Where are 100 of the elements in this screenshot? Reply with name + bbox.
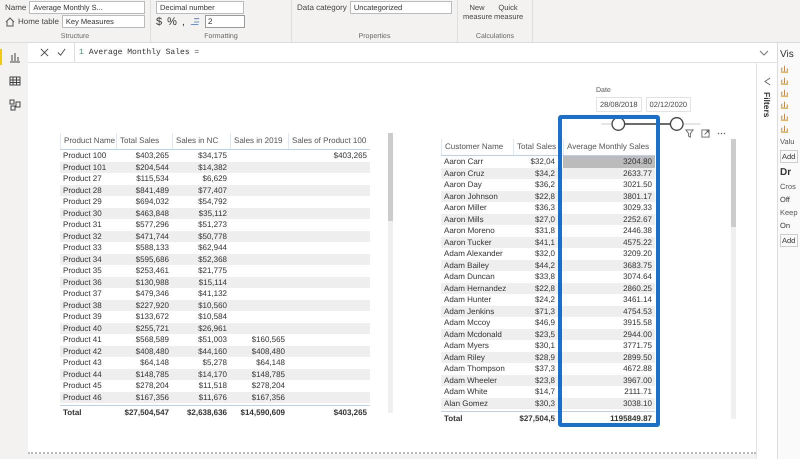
table-cell-text: 2944.00 (622, 328, 653, 340)
table-cell-text: 2252.67 (622, 214, 653, 225)
table-cell-text: Aaron Johnson (443, 190, 499, 202)
cancel-icon[interactable] (40, 48, 49, 57)
decimal-places-field[interactable]: 2 (204, 15, 245, 28)
table-cell-text: $36,3 (534, 202, 556, 214)
pane-title: Vis (780, 49, 795, 60)
table-cell-text: $26,961 (197, 322, 228, 334)
column-header[interactable]: Sales in 2019 (230, 133, 288, 149)
table-cell-text: $10,584 (197, 311, 228, 322)
table-cell-text: Product 29 (62, 196, 103, 208)
table-cell-text: Product 42 (62, 346, 103, 357)
table-cell-text: $46,9 (534, 317, 556, 328)
table-cell-text: Product 46 (62, 392, 103, 403)
table-cell-text: Adam Hernandez (443, 282, 508, 294)
table-cell-text: Product 41 (62, 334, 103, 346)
scrollbar[interactable] (731, 139, 736, 419)
visual-type-icon[interactable] (780, 112, 789, 121)
visual-type-icon[interactable] (780, 64, 789, 73)
column-header[interactable]: Total Sales (116, 133, 172, 149)
table-cell-text: 3461.14 (622, 294, 653, 306)
table-cell-text: $471,744 (134, 230, 170, 242)
table-cell-text: $14,7 (534, 386, 556, 398)
table-cell-text: 3801.17 (622, 190, 653, 202)
table-cell-text: Product 44 (62, 368, 103, 380)
table-cell-text: $41,1 (534, 236, 556, 248)
table-cell-text: $133,672 (134, 311, 170, 322)
table-cell-text: $54,792 (197, 196, 228, 208)
column-header[interactable]: Average Monthly Sales (563, 139, 655, 155)
column-header[interactable]: Sales in NC (172, 133, 230, 149)
table-cell-text: $28,9 (534, 352, 556, 363)
table-cell-text: 3021.50 (622, 179, 653, 190)
table-cell-text: 2111.71 (623, 386, 653, 398)
table-cell-text: $52,368 (197, 254, 228, 265)
percent-button[interactable]: % (167, 16, 177, 28)
table-cell-text: Adam Bailey (443, 260, 490, 271)
table-cell-text: $15,114 (198, 276, 228, 288)
filters-pane[interactable]: Filters (756, 63, 777, 459)
visual-type-icon[interactable] (780, 124, 789, 133)
table-cell-text: $130,988 (134, 276, 170, 288)
table-cell-text: $160,565 (250, 334, 286, 346)
table-cell-text: $577,296 (134, 219, 170, 230)
visual-type-icon[interactable] (780, 100, 789, 109)
table-cell-text: 4575.22 (622, 236, 653, 248)
table-cell-text: $167,356 (134, 392, 170, 403)
table-cell-text: Product 31 (62, 219, 103, 230)
table-cell-text: $595,686 (134, 254, 170, 265)
table-cell-text: $22,8 (534, 190, 556, 202)
visual-type-icon[interactable] (780, 76, 789, 85)
column-header[interactable]: Customer Name (441, 139, 513, 155)
commit-icon[interactable] (57, 48, 66, 57)
table-cell-text: $148,785 (250, 368, 286, 380)
formula-text: Average Monthly Sales = (88, 48, 200, 57)
total-cell-text: $14,590,609 (240, 407, 286, 419)
table-cell-text: 3074.64 (622, 271, 653, 282)
filter-icon[interactable] (685, 128, 694, 138)
total-cell-text: 1195849.87 (609, 413, 653, 425)
table-cell-text: Product 27 (62, 173, 103, 184)
scrollbar[interactable] (388, 133, 393, 413)
decimal-places-icon[interactable] (190, 16, 200, 26)
home-icon (5, 16, 15, 26)
table-cell-text: $51,003 (197, 334, 228, 346)
table-cell-text: $35,112 (198, 208, 228, 219)
table-cell-text: Aaron Moreno (443, 225, 496, 236)
table-cell-text: 3915.58 (622, 317, 653, 328)
home-table-label: Home table (18, 17, 59, 26)
table-cell-text: $33,8 (534, 271, 556, 282)
visual-type-icon[interactable] (780, 88, 789, 97)
table-cell-text: $408,480 (250, 346, 286, 357)
table-cell-text: Adam Hunter (443, 294, 492, 306)
table-cell-text: Product 35 (62, 265, 103, 276)
table-cell-text: Adam Duncan (443, 271, 496, 282)
table-cell-text: $11,518 (198, 380, 228, 392)
table-cell-text: $62,944 (197, 242, 228, 254)
column-header[interactable]: Total Sales (513, 139, 563, 155)
table-cell-text: $27,0 (534, 214, 556, 225)
table-cell-text: 2899.50 (622, 352, 653, 363)
table-cell-text: 2446.38 (622, 225, 653, 236)
table-cell-text: Adam White (443, 386, 489, 398)
table-cell-text: Product 36 (62, 276, 103, 288)
column-header[interactable]: Sales of Product 100 (288, 133, 370, 149)
table-cell-text: 3967.00 (622, 374, 653, 386)
name-label: Name (5, 3, 26, 12)
table-cell-text: 4672.88 (622, 363, 653, 374)
table-cell-text: Adam Myers (443, 340, 490, 352)
focus-mode-icon[interactable] (701, 128, 710, 138)
expand-chevron-icon[interactable] (759, 50, 769, 56)
table-cell-text: $278,204 (134, 380, 170, 392)
table-cell-text: $44,160 (197, 346, 228, 357)
table-cell-text: $10,560 (197, 300, 228, 311)
total-cell-text: $27,504,547 (124, 407, 170, 419)
table-cell-text: $24,2 (534, 294, 556, 306)
total-cell-text: $27,504,5 (518, 413, 556, 425)
slider-handle[interactable] (670, 117, 684, 131)
currency-button[interactable]: $ (156, 16, 162, 28)
table-cell-text: $23,5 (534, 328, 556, 340)
table-cell-text: $23,8 (534, 374, 556, 386)
column-header[interactable]: Product Name (60, 133, 116, 149)
table-cell-text: 3209.20 (622, 248, 653, 260)
comma-button[interactable]: , (182, 16, 185, 28)
